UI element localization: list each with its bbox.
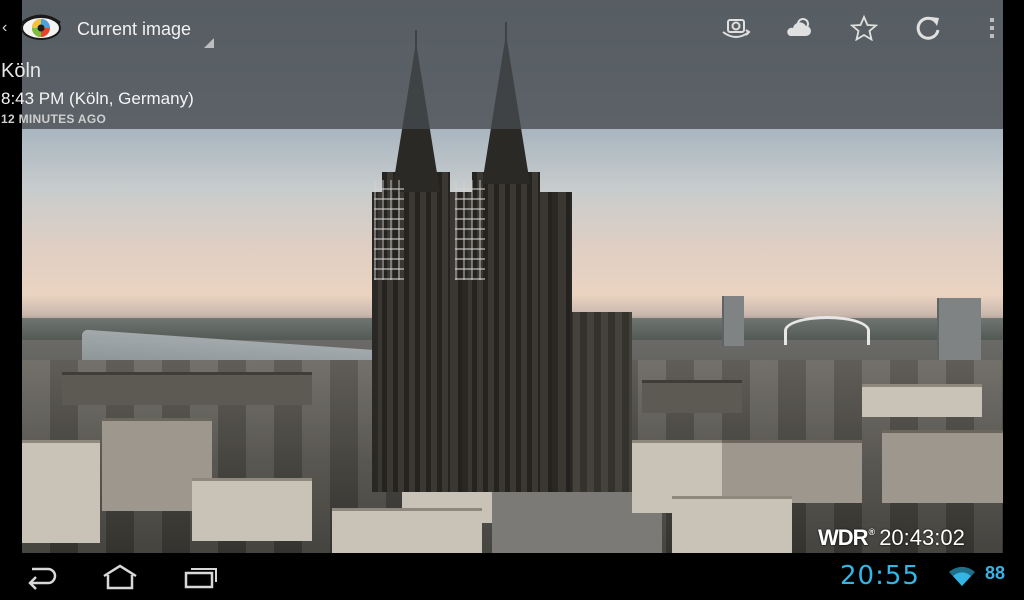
highrise-tower [722, 296, 744, 346]
up-caret-icon[interactable]: ‹ [2, 18, 12, 38]
back-icon [28, 567, 57, 590]
arch-bridge [784, 316, 870, 345]
weather-button[interactable] [776, 8, 822, 48]
refresh-button[interactable] [905, 8, 951, 48]
building [22, 440, 100, 543]
broadcaster-watermark: WDR ® 20:43:02 [818, 523, 965, 553]
refresh-icon [916, 16, 940, 40]
building [862, 384, 982, 417]
action-bar: ‹ Current image [0, 0, 1024, 56]
watermark-logo: WDR [818, 525, 869, 550]
watermark-registered: ® [868, 527, 876, 537]
building [882, 430, 1003, 503]
back-button[interactable] [16, 559, 64, 595]
overflow-menu-icon [990, 18, 994, 38]
dropdown-corner-icon [204, 38, 214, 48]
recent-apps-icon [184, 568, 217, 589]
system-bar: 20:55 88 [0, 553, 1024, 600]
building [722, 440, 862, 503]
view-selector-label: Current image [77, 19, 192, 39]
screen: ‹ Current image Köln 8:43 PM (Köln, Germ… [0, 0, 1024, 600]
status-clock: 20:55 [840, 561, 920, 591]
camera-switch-button[interactable] [713, 8, 759, 48]
building [642, 380, 742, 413]
weather-icon [787, 18, 811, 36]
battery-level: 88 [985, 563, 1006, 583]
building [62, 372, 312, 405]
overflow-menu-button[interactable] [970, 8, 1014, 48]
city-name: Köln [1, 60, 42, 82]
building [332, 508, 482, 553]
favorite-star-icon [850, 15, 878, 41]
home-button[interactable] [96, 559, 144, 595]
wifi-icon [949, 566, 975, 586]
scaffolding [374, 180, 404, 280]
watermark-time: 20:43:02 [879, 525, 965, 550]
building [192, 478, 312, 541]
local-time: 8:43 PM (Köln, Germany) [1, 89, 194, 108]
view-selector-dropdown[interactable]: Current image [64, 10, 216, 50]
building [672, 496, 792, 553]
camera-switch-icon [722, 19, 751, 38]
last-updated: 12 MINUTES AGO [1, 112, 107, 126]
letterbox-right [1003, 0, 1024, 553]
eye-icon[interactable] [20, 13, 62, 43]
scaffolding [455, 180, 485, 280]
highrise-tower [937, 298, 981, 360]
recent-apps-button[interactable] [176, 559, 224, 595]
home-icon [103, 564, 137, 590]
favorite-button[interactable] [841, 8, 887, 48]
